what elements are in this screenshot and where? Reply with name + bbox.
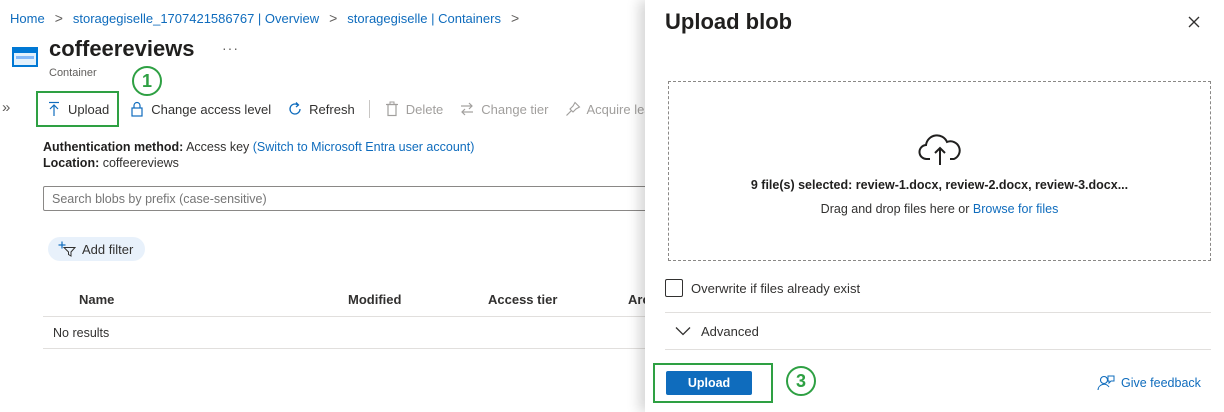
- step-3-badge: 3: [786, 366, 816, 396]
- toolbar-divider: [368, 100, 370, 118]
- upload-blob-panel: Upload blob 9 file(s) selected: review-1…: [645, 0, 1224, 412]
- overwrite-option[interactable]: Overwrite if files already exist: [665, 279, 860, 297]
- page-subtitle: Container: [49, 67, 97, 79]
- change-tier-button[interactable]: Change tier: [451, 92, 556, 126]
- column-name[interactable]: Name: [79, 292, 114, 307]
- pin-icon: [565, 101, 580, 116]
- add-filter-button[interactable]: Add filter: [48, 237, 146, 261]
- feedback-icon: [1097, 375, 1115, 391]
- expand-menu-icon[interactable]: »: [2, 99, 10, 116]
- trash-icon: [385, 101, 398, 117]
- change-access-label: Change access level: [151, 101, 272, 117]
- close-icon[interactable]: [1185, 13, 1203, 31]
- delete-button[interactable]: Delete: [376, 92, 452, 126]
- container-icon: [12, 47, 38, 67]
- auth-method-label: Authentication method:: [43, 140, 184, 154]
- delete-label: Delete: [405, 101, 444, 117]
- location-label: Location:: [43, 156, 100, 170]
- breadcrumb-home[interactable]: Home: [10, 11, 45, 26]
- table-empty-row: No results: [43, 317, 645, 349]
- cloud-upload-icon: [918, 134, 961, 165]
- refresh-icon: [289, 102, 301, 115]
- upload-icon: [49, 101, 59, 116]
- column-access-tier[interactable]: Access tier: [488, 292, 557, 307]
- swap-icon: [461, 102, 474, 116]
- browse-files-link[interactable]: Browse for files: [973, 202, 1058, 216]
- add-filter-icon: [58, 241, 76, 257]
- auth-method-line: Authentication method: Access key (Switc…: [43, 140, 474, 154]
- advanced-label: Advanced: [701, 323, 759, 339]
- breadcrumb-overview[interactable]: storagegiselle_1707421586767 | Overview: [73, 11, 319, 26]
- upload-label: Upload: [68, 101, 110, 117]
- lock-icon: [131, 101, 143, 117]
- column-modified[interactable]: Modified: [348, 292, 401, 307]
- breadcrumb: Home > storagegiselle_1707421586767 | Ov…: [10, 9, 519, 27]
- breadcrumb-separator: >: [329, 10, 338, 26]
- refresh-label: Refresh: [309, 101, 355, 117]
- breadcrumb-separator: >: [54, 10, 63, 26]
- breadcrumb-separator: >: [510, 10, 520, 26]
- advanced-section[interactable]: Advanced: [665, 312, 1211, 350]
- or-text: or: [958, 202, 970, 216]
- file-drop-zone[interactable]: 9 file(s) selected: review-1.docx, revie…: [668, 81, 1211, 261]
- overwrite-label: Overwrite if files already exist: [691, 280, 861, 296]
- give-feedback-label: Give feedback: [1121, 376, 1201, 390]
- upload-button[interactable]: Upload: [36, 91, 120, 127]
- table-header: Name Modified Access tier Archive status: [43, 285, 718, 317]
- upload-submit-button[interactable]: Upload: [666, 371, 752, 395]
- add-filter-label: Add filter: [82, 241, 134, 257]
- give-feedback-link[interactable]: Give feedback: [1097, 375, 1201, 391]
- auth-method-value: Access key: [186, 140, 250, 154]
- page-title: coffeereviews: [49, 36, 195, 61]
- overwrite-checkbox[interactable]: [665, 279, 683, 297]
- upload-highlight: Upload: [653, 363, 773, 403]
- drag-drop-line: Drag and drop files here or Browse for f…: [669, 202, 1210, 216]
- panel-title: Upload blob: [665, 9, 793, 34]
- chevron-down-icon: [675, 327, 691, 336]
- breadcrumb-containers[interactable]: storagegiselle | Containers: [347, 11, 501, 26]
- location-value: coffeereviews: [102, 156, 179, 170]
- command-bar: Upload Change access level Refresh Delet…: [36, 91, 673, 127]
- change-access-level-button[interactable]: Change access level: [121, 92, 279, 126]
- location-line: Location: coffeereviews: [43, 156, 179, 170]
- search-blobs-input[interactable]: [43, 186, 655, 211]
- change-tier-label: Change tier: [481, 101, 549, 117]
- switch-auth-link[interactable]: (Switch to Microsoft Entra user account): [253, 140, 475, 154]
- more-options-icon[interactable]: ···: [222, 40, 239, 56]
- drag-drop-text: Drag and drop files here: [820, 202, 955, 216]
- files-selected-text: 9 file(s) selected: review-1.docx, revie…: [750, 178, 1129, 192]
- refresh-button[interactable]: Refresh: [279, 92, 363, 126]
